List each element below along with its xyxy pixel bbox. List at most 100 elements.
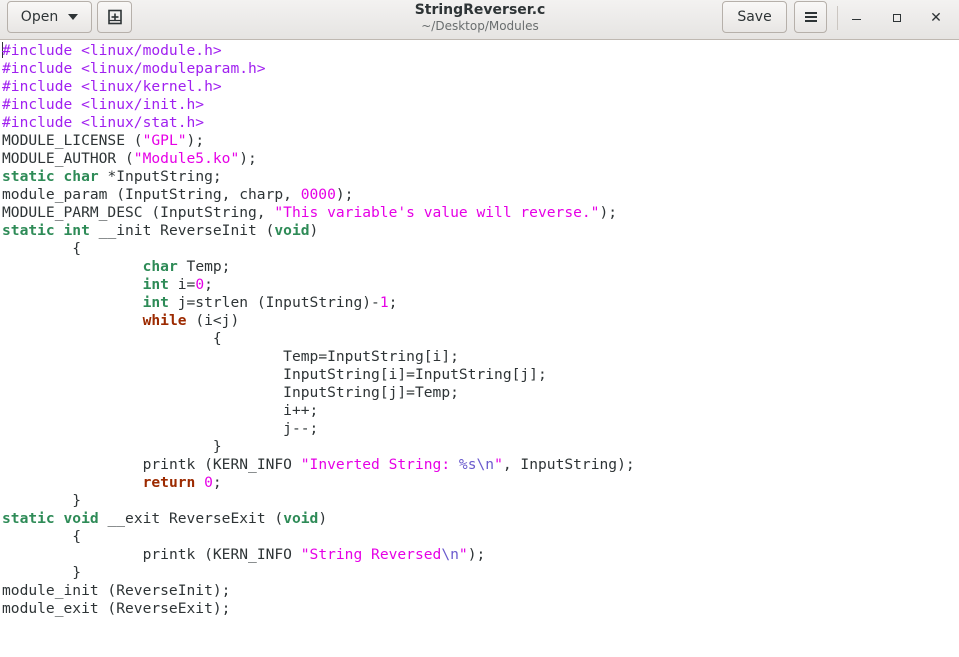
header-bar: Open StringReverser.c ~/Desktop/Modules … <box>0 0 959 40</box>
code-line: } <box>2 564 959 582</box>
code-token: ) <box>318 510 328 527</box>
code-token: static <box>2 510 55 527</box>
code-line: while (i<j) <box>2 312 959 330</box>
code-token: int <box>142 294 169 311</box>
new-document-icon <box>107 9 122 25</box>
code-line: module_param (InputString, charp, 0000); <box>2 186 959 204</box>
code-line: MODULE_PARM_DESC (InputString, "This var… <box>2 204 959 222</box>
code-token: "This variable's value will reverse." <box>274 204 600 221</box>
code-token: { <box>2 240 82 257</box>
code-line: MODULE_AUTHOR ("Module5.ko"); <box>2 150 959 168</box>
code-line: static void __exit ReverseExit (void) <box>2 510 959 528</box>
code-token: MODULE_PARM_DESC (InputString, <box>2 204 275 221</box>
code-token: " <box>494 456 503 473</box>
code-line: j--; <box>2 420 959 438</box>
code-token: Temp=InputString[i]; <box>2 348 459 365</box>
code-token: ); <box>335 186 354 203</box>
code-line: module_init (ReverseInit); <box>2 582 959 600</box>
close-button[interactable]: ✕ <box>924 6 948 30</box>
code-token: "String Reversed <box>300 546 442 563</box>
code-line: InputString[i]=InputString[j]; <box>2 366 959 384</box>
code-line: #include <linux/stat.h> <box>2 114 959 132</box>
code-token: (i<j) <box>186 312 240 329</box>
open-button[interactable]: Open <box>7 1 92 33</box>
code-token: int <box>63 222 90 239</box>
code-token: #include <linux/stat.h> <box>2 114 205 131</box>
code-line: int j=strlen (InputString)-1; <box>2 294 959 312</box>
code-token: __init ReverseInit ( <box>89 222 275 239</box>
code-text[interactable]: #include <linux/module.h> #include <linux… <box>0 42 959 618</box>
maximize-button[interactable] <box>885 6 909 30</box>
code-token: void <box>274 222 310 239</box>
code-token: #include <linux/init.h> <box>2 96 205 113</box>
code-token: i++; <box>2 402 319 419</box>
window-title: StringReverser.c <box>414 2 546 18</box>
code-token: , InputString); <box>502 456 635 473</box>
code-token: } <box>2 564 82 581</box>
code-token: ); <box>599 204 618 221</box>
code-token: \n <box>441 546 459 563</box>
code-token: #include <linux/moduleparam.h> <box>2 60 266 77</box>
menu-button[interactable] <box>794 1 827 33</box>
code-token: printk (KERN_INFO <box>2 546 301 563</box>
code-line: printk (KERN_INFO "String Reversed\n"); <box>2 546 959 564</box>
code-token: module_param (InputString, charp, <box>2 186 301 203</box>
code-token: char <box>142 258 178 275</box>
code-line: } <box>2 438 959 456</box>
code-token: ); <box>467 546 486 563</box>
code-token: static <box>2 222 55 239</box>
save-button[interactable]: Save <box>722 1 787 33</box>
code-line: } <box>2 492 959 510</box>
code-token: "Inverted String: <box>300 456 459 473</box>
code-line: char Temp; <box>2 258 959 276</box>
code-token: #include <linux/kernel.h> <box>2 78 222 95</box>
code-editor[interactable]: #include <linux/module.h> #include <linux… <box>0 42 959 657</box>
chevron-down-icon <box>68 14 79 20</box>
minimize-button[interactable] <box>844 6 868 30</box>
code-line: printk (KERN_INFO "Inverted String: %s\n… <box>2 456 959 474</box>
code-token: void <box>63 510 99 527</box>
code-token: __exit ReverseExit ( <box>98 510 284 527</box>
code-token: Temp; <box>177 258 231 275</box>
code-token: } <box>2 492 82 509</box>
code-line: #include <linux/module.h> <box>2 42 959 60</box>
code-token: 0 <box>204 474 213 491</box>
code-line: { <box>2 528 959 546</box>
code-token: module_exit (ReverseExit); <box>2 600 231 617</box>
close-icon: ✕ <box>930 10 942 26</box>
code-line: #include <linux/init.h> <box>2 96 959 114</box>
code-token: InputString[i]=InputString[j]; <box>2 366 547 383</box>
code-token: ; <box>388 294 398 311</box>
code-line: return 0; <box>2 474 959 492</box>
code-line: static char *InputString; <box>2 168 959 186</box>
new-document-button[interactable] <box>97 1 132 33</box>
open-button-label: Open <box>20 9 59 25</box>
maximize-icon <box>893 14 901 22</box>
code-token: ; <box>204 276 213 293</box>
code-token: MODULE_AUTHOR ( <box>2 150 134 167</box>
code-token: static <box>2 168 55 185</box>
code-line: InputString[j]=Temp; <box>2 384 959 402</box>
code-line: { <box>2 240 959 258</box>
code-token: MODULE_LICENSE ( <box>2 132 143 149</box>
code-line: MODULE_LICENSE ("GPL"); <box>2 132 959 150</box>
code-token: j--; <box>2 420 319 437</box>
code-token: j=strlen (InputString)- <box>168 294 380 311</box>
code-token: { <box>2 330 222 347</box>
code-token: return <box>142 474 196 491</box>
code-token: } <box>2 438 222 455</box>
code-token: %s\n <box>458 456 495 473</box>
code-token: ); <box>239 150 257 167</box>
code-token: { <box>2 528 82 545</box>
code-line: module_exit (ReverseExit); <box>2 600 959 618</box>
code-token: 0000 <box>300 186 336 203</box>
code-token: " <box>458 546 468 563</box>
